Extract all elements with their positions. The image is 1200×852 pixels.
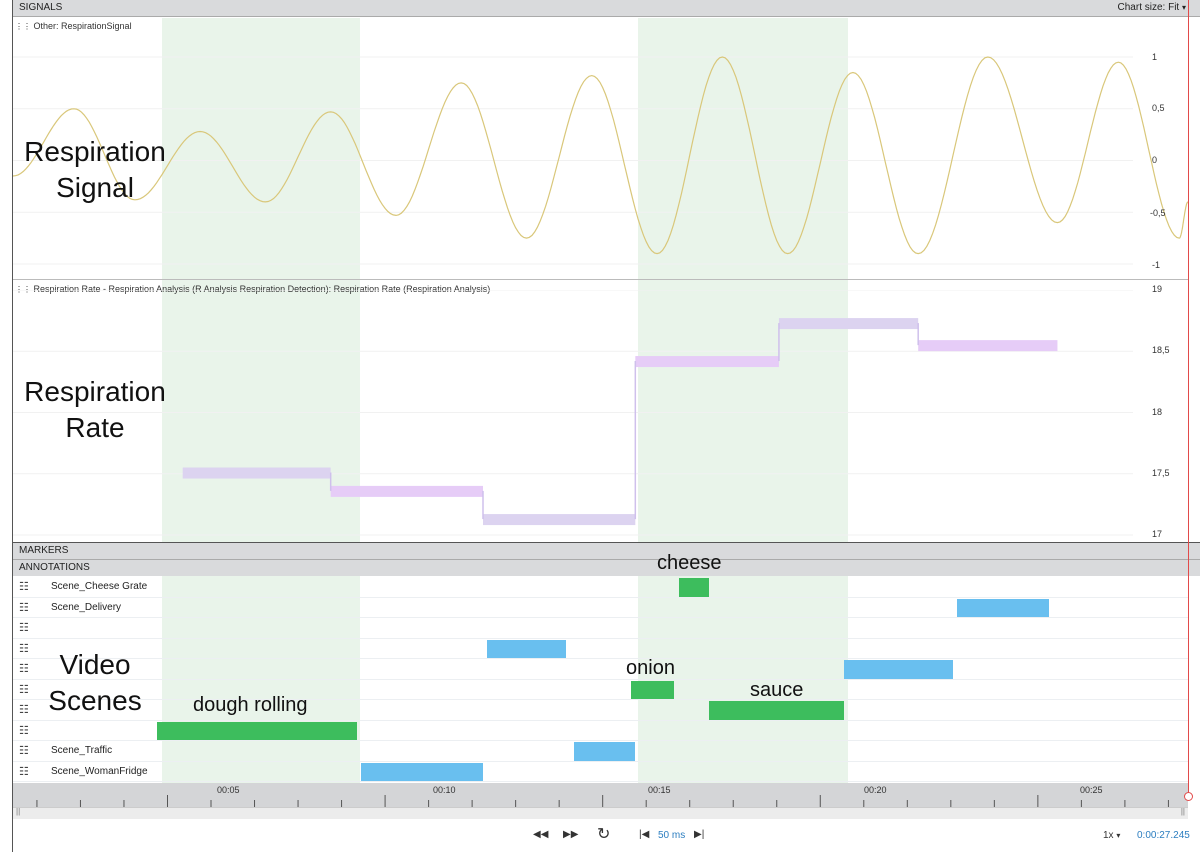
scene-row-label: Scene_Cheese Grate bbox=[51, 581, 148, 592]
annotation-cheese: cheese bbox=[657, 552, 722, 574]
timeline-label-5: 00:25 bbox=[1080, 785, 1103, 795]
chart-size-label: Chart size: bbox=[1117, 2, 1166, 13]
playback-speed-value: 1x bbox=[1103, 830, 1114, 841]
scene-row[interactable]: ☷ bbox=[13, 659, 1188, 680]
resp-signal-chart bbox=[13, 56, 1188, 265]
scene-row-label: Scene_WomanFridge bbox=[51, 765, 148, 777]
timeline-label-2: 00:10 bbox=[433, 785, 456, 795]
scene-block-7[interactable] bbox=[156, 721, 357, 740]
markers-title: MARKERS bbox=[19, 545, 69, 556]
ruler-ticks bbox=[36, 795, 1169, 807]
resp-rate-ytick-5: 17 bbox=[1152, 529, 1163, 539]
chart-size-value: Fit bbox=[1168, 2, 1180, 13]
scenes-overlay-line-2: Scenes bbox=[48, 685, 142, 716]
resp-signal-ytick-2: 0,5 bbox=[1152, 103, 1165, 113]
scene-block-2[interactable] bbox=[957, 598, 1049, 617]
scenes-overlay-label: Video Scenes bbox=[25, 647, 165, 719]
scene-block-1[interactable] bbox=[678, 578, 710, 597]
annotation-onion: onion bbox=[626, 657, 675, 679]
annotations-title: ANNOTATIONS bbox=[19, 562, 90, 573]
timeline-label-3: 00:15 bbox=[648, 785, 671, 795]
chevron-down-icon: ▾ bbox=[1116, 831, 1121, 840]
timeline-ruler[interactable] bbox=[13, 783, 1188, 807]
signals-title: SIGNALS bbox=[19, 2, 63, 13]
scene-type-icon: ☷ bbox=[19, 724, 29, 737]
horizontal-scrollbar[interactable]: || || bbox=[13, 807, 1188, 819]
scene-row[interactable]: ☷ Scene_WomanFridge bbox=[13, 762, 1188, 782]
timeline-label-4: 00:20 bbox=[864, 785, 887, 795]
resp-rate-step-1 bbox=[182, 467, 331, 479]
scene-row[interactable]: ☷ bbox=[13, 680, 1188, 700]
scene-block-3[interactable] bbox=[487, 639, 566, 658]
scene-row-label: Scene_Traffic bbox=[51, 745, 113, 756]
resp-signal-ytick-3: 0 bbox=[1152, 155, 1158, 165]
resp-rate-ytick-2: 18,5 bbox=[1152, 345, 1170, 355]
resp-rate-ytick-3: 18 bbox=[1152, 407, 1163, 417]
playhead-line[interactable] bbox=[1188, 0, 1189, 800]
scene-type-icon: ☷ bbox=[19, 745, 29, 757]
scene-block-8[interactable] bbox=[574, 742, 636, 761]
current-time: 0:00:27.245 bbox=[1137, 830, 1190, 841]
scroll-handle-right-icon[interactable]: || bbox=[1181, 807, 1185, 816]
scenes-overlay-line-1: Video bbox=[59, 649, 131, 680]
markers-header[interactable]: MARKERS bbox=[13, 542, 1200, 559]
resp-rate-step-3 bbox=[483, 514, 636, 526]
annotation-dough-rolling: dough rolling bbox=[193, 694, 308, 716]
resp-signal-overlay-label: Respiration Signal bbox=[15, 134, 175, 206]
playback-speed-select[interactable]: 1x ▾ bbox=[1103, 830, 1120, 841]
chart-size-control[interactable]: Chart size: Fit ▾ bbox=[1118, 0, 1186, 16]
resp-rate-step-2 bbox=[330, 485, 483, 497]
resp-signal-ytick-5: -1 bbox=[1152, 260, 1161, 270]
resp-rate-ytick-4: 17,5 bbox=[1152, 468, 1170, 478]
scene-block-5[interactable] bbox=[630, 680, 675, 699]
scene-block-6[interactable] bbox=[709, 701, 845, 720]
resp-rate-overlay-line-2: Rate bbox=[65, 412, 125, 443]
annotation-sauce: sauce bbox=[750, 679, 804, 701]
step-forward-icon[interactable]: ▶| bbox=[694, 829, 704, 840]
scroll-handle-left-icon[interactable]: || bbox=[16, 807, 20, 816]
step-size-value[interactable]: 50 ms bbox=[658, 830, 685, 841]
playback-controls: ◀◀ ▶▶ ↻ |◀ 50 ms ▶| 1x ▾ 0:00:27.245 bbox=[13, 819, 1200, 852]
loop-icon[interactable]: ↻ bbox=[597, 824, 610, 844]
scene-row[interactable]: ☷ bbox=[13, 700, 1188, 721]
scene-type-icon: ☷ bbox=[19, 622, 29, 634]
scene-type-icon: ☷ bbox=[19, 581, 29, 593]
scene-row-label: Scene_Delivery bbox=[51, 601, 122, 613]
resp-rate-step-5 bbox=[778, 318, 919, 330]
resp-signal-overlay-line-2: Signal bbox=[56, 172, 134, 203]
resp-rate-step-4 bbox=[635, 356, 779, 368]
resp-signal-ytick-1: 1 bbox=[1152, 52, 1158, 62]
scene-type-icon: ☷ bbox=[19, 765, 29, 778]
scene-rows: ☷ Scene_Cheese Grate ☷ Scene_Delivery ☷ ☷ ☷ ☷ ☷ ☷… bbox=[13, 577, 1188, 782]
chevron-down-icon: ▾ bbox=[1181, 3, 1186, 12]
resp-signal-ytick-4: -0,5 bbox=[1150, 208, 1166, 218]
step-back-icon[interactable]: |◀ bbox=[639, 829, 649, 840]
timeline-label-1: 00:05 bbox=[217, 785, 240, 795]
resp-signal-series-line bbox=[13, 56, 1188, 255]
resp-rate-ytick-1: 19 bbox=[1152, 284, 1163, 294]
scene-row[interactable]: ☷ Scene_Cheese Grate bbox=[13, 577, 1188, 598]
resp-rate-overlay-label: Respiration Rate bbox=[15, 374, 175, 446]
signals-header: SIGNALS Chart size: Fit ▾ bbox=[13, 0, 1200, 17]
resp-rate-chart bbox=[13, 290, 1133, 536]
scene-type-icon: ☷ bbox=[19, 601, 29, 614]
annotations-header[interactable]: ANNOTATIONS bbox=[13, 559, 1200, 576]
scene-row[interactable]: ☷ bbox=[13, 639, 1188, 659]
scene-block-4[interactable] bbox=[844, 660, 953, 679]
playhead-handle[interactable] bbox=[1184, 792, 1193, 801]
resp-signal-overlay-line-1: Respiration bbox=[24, 136, 166, 167]
scene-block-9[interactable] bbox=[361, 762, 483, 781]
scene-row[interactable]: ☷ bbox=[13, 618, 1188, 639]
resp-rate-overlay-line-1: Respiration bbox=[24, 376, 166, 407]
skip-to-end-icon[interactable]: ▶▶ bbox=[563, 829, 578, 840]
panel-separator[interactable] bbox=[13, 279, 1188, 280]
skip-to-start-icon[interactable]: ◀◀ bbox=[533, 829, 548, 840]
resp-rate-step-6 bbox=[918, 340, 1058, 352]
